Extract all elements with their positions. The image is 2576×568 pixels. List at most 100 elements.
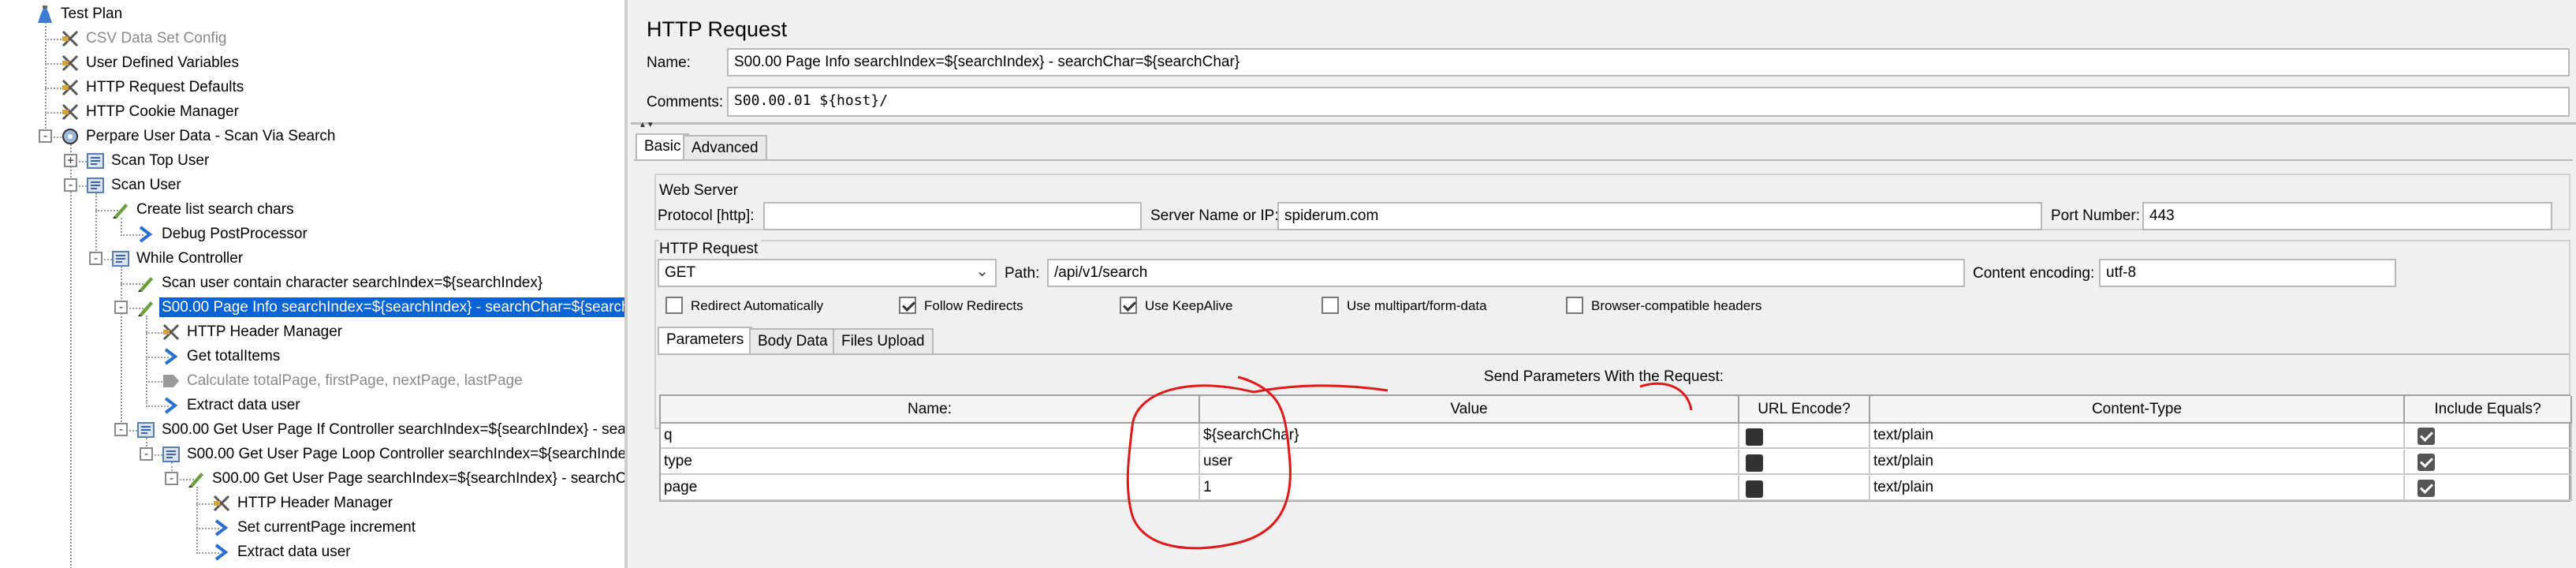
tree-node-label: Get totalItems bbox=[187, 348, 281, 364]
content-type-cell[interactable]: text/plain bbox=[1870, 476, 2405, 501]
config-scissors-icon bbox=[60, 28, 80, 49]
param-name-cell[interactable]: page bbox=[661, 476, 1200, 501]
tree-node[interactable]: HTTP Header Manager bbox=[0, 320, 624, 344]
url-encode-cell[interactable] bbox=[1739, 476, 1870, 501]
tab-advanced[interactable]: Advanced bbox=[683, 135, 767, 160]
tree-node-label: Calculate totalPage, firstPage, nextPage… bbox=[187, 372, 523, 389]
expand-toggle-icon[interactable]: + bbox=[64, 154, 77, 167]
tree-node[interactable]: - S00.00 Page Info searchIndex=${searchIn… bbox=[0, 295, 624, 320]
param-name-cell[interactable]: q bbox=[661, 424, 1200, 449]
option-checkbox[interactable] bbox=[1566, 297, 1583, 314]
protocol-field[interactable] bbox=[763, 202, 1142, 230]
method-select[interactable]: GET ⌄ bbox=[658, 259, 997, 287]
column-header[interactable]: URL Encode? bbox=[1739, 396, 1870, 424]
tree-node[interactable]: + Scan Top User bbox=[0, 148, 624, 173]
collapse-toggle-icon[interactable]: - bbox=[89, 252, 103, 265]
tree-node[interactable]: Get totalItems bbox=[0, 344, 624, 368]
path-field[interactable]: /api/v1/search bbox=[1047, 259, 1965, 287]
include-equals-cell[interactable] bbox=[2405, 450, 2572, 475]
tree-node[interactable]: Test Plan bbox=[0, 2, 624, 26]
tree-node[interactable]: Extract data user bbox=[0, 540, 624, 564]
splitter[interactable] bbox=[631, 122, 2576, 125]
tree-node[interactable]: Set currentPage increment bbox=[0, 515, 624, 540]
parameters-table[interactable]: Name: Value URL Encode? Content-Type Include… bbox=[659, 394, 2572, 502]
tree-node[interactable]: User Defined Variables bbox=[0, 50, 624, 75]
param-value-cell[interactable]: ${searchChar} bbox=[1200, 424, 1739, 449]
name-field[interactable]: S00.00 Page Info searchIndex=${searchInd… bbox=[727, 48, 2570, 77]
tree-node[interactable]: Create list search chars bbox=[0, 197, 624, 222]
collapse-toggle-icon[interactable]: - bbox=[114, 301, 128, 314]
url-encode-cell[interactable] bbox=[1739, 450, 1870, 475]
param-value-cell[interactable]: user bbox=[1200, 450, 1739, 475]
include-equals-cell[interactable] bbox=[2405, 424, 2572, 449]
tree-node[interactable]: - S00.00 Get User Page searchIndex=${sear… bbox=[0, 466, 624, 491]
content-type-cell[interactable]: text/plain bbox=[1870, 424, 2405, 449]
tree-node-label: Scan Top User bbox=[111, 152, 210, 169]
tree-node[interactable]: - While Controller bbox=[0, 246, 624, 271]
name-label: Name: bbox=[647, 54, 691, 71]
tree-node[interactable]: - Scan User bbox=[0, 173, 624, 197]
url-encode-checkbox[interactable] bbox=[1746, 428, 1763, 446]
tree-node-label: Extract data user bbox=[237, 544, 351, 560]
tree-node[interactable]: HTTP Request Defaults bbox=[0, 75, 624, 99]
column-header[interactable]: Name: bbox=[661, 396, 1200, 424]
column-header[interactable]: Value bbox=[1200, 396, 1739, 424]
option-checkbox[interactable] bbox=[1120, 297, 1137, 314]
param-name-cell[interactable]: type bbox=[661, 450, 1200, 475]
collapse-toggle-icon[interactable]: - bbox=[114, 423, 128, 436]
splitter-arrows-icon[interactable]: ▲▼ bbox=[639, 121, 654, 129]
tree-node-label: S00.00 Get User Page searchIndex=${searc… bbox=[212, 470, 627, 487]
tree-node[interactable]: HTTP Header Manager bbox=[0, 491, 624, 515]
tree-node[interactable]: Extract data user bbox=[0, 393, 624, 417]
column-header[interactable]: Include Equals? bbox=[2405, 396, 2572, 424]
method-value: GET bbox=[665, 264, 696, 281]
tree-node[interactable]: - Perpare User Data - Scan Via Search bbox=[0, 124, 624, 148]
port-field[interactable]: 443 bbox=[2142, 202, 2552, 230]
chevron-down-icon: ⌄ bbox=[975, 263, 989, 280]
collapse-toggle-icon[interactable]: - bbox=[165, 472, 178, 485]
include-equals-checkbox[interactable] bbox=[2418, 480, 2435, 497]
tab-body-data[interactable]: Body Data bbox=[749, 328, 837, 353]
sampler-pen-icon bbox=[110, 200, 131, 220]
tree-node[interactable]: Debug PostProcessor bbox=[0, 222, 624, 246]
tree-node[interactable]: HTTP Cookie Manager bbox=[0, 99, 624, 124]
tree-node[interactable]: Scan user contain character searchIndex=… bbox=[0, 271, 624, 295]
tree-node[interactable]: CSV Data Set Config bbox=[0, 26, 624, 50]
option-checkbox[interactable] bbox=[899, 297, 916, 314]
tree-node[interactable]: - S00.00 Get User Page Loop Controller se… bbox=[0, 442, 624, 466]
option-checkbox[interactable] bbox=[665, 297, 683, 314]
content-type-cell[interactable]: text/plain bbox=[1870, 450, 2405, 475]
comments-field[interactable]: S00.00.01 ${host}/ bbox=[727, 87, 2570, 117]
controller-icon bbox=[161, 444, 181, 465]
tab-basic[interactable]: Basic bbox=[636, 133, 690, 160]
http-request-title: HTTP Request bbox=[659, 240, 762, 259]
column-header[interactable]: Content-Type bbox=[1870, 396, 2405, 424]
params-title: Send Parameters With the Request: bbox=[1483, 368, 1724, 385]
collapse-toggle-icon[interactable]: - bbox=[64, 178, 77, 192]
collapse-toggle-icon[interactable]: - bbox=[140, 447, 153, 461]
controller-icon bbox=[110, 248, 131, 269]
param-value-cell[interactable]: 1 bbox=[1200, 476, 1739, 501]
tree-node[interactable]: - S00.00 Get User Page If Controller sear… bbox=[0, 417, 624, 442]
tree-node-label: While Controller bbox=[136, 250, 244, 267]
collapse-toggle-icon[interactable]: - bbox=[39, 129, 52, 143]
include-equals-checkbox[interactable] bbox=[2418, 454, 2435, 471]
tree-node[interactable] bbox=[0, 564, 624, 568]
path-label: Path: bbox=[1005, 265, 1040, 282]
tree-node[interactable]: Calculate totalPage, firstPage, nextPage… bbox=[0, 368, 624, 393]
url-encode-cell[interactable] bbox=[1739, 424, 1870, 449]
content-encoding-field[interactable]: utf-8 bbox=[2099, 259, 2396, 287]
content-encoding-label: Content encoding: bbox=[1973, 265, 2095, 282]
include-equals-cell[interactable] bbox=[2405, 476, 2572, 501]
server-name-field[interactable]: spiderum.com bbox=[1277, 202, 2042, 230]
tab-parameters[interactable]: Parameters bbox=[658, 327, 753, 353]
tab-files-upload[interactable]: Files Upload bbox=[833, 328, 934, 353]
subtab-divider bbox=[658, 353, 2569, 355]
include-equals-checkbox[interactable] bbox=[2418, 428, 2435, 445]
sampler-pen-icon bbox=[136, 297, 156, 318]
option-checkbox[interactable] bbox=[1322, 297, 1339, 314]
test-plan-tree[interactable]: Test Plan CSV Data Set Config User Defined… bbox=[0, 0, 628, 568]
url-encode-checkbox[interactable] bbox=[1746, 454, 1763, 472]
url-encode-checkbox[interactable] bbox=[1746, 480, 1763, 498]
tree-node-label: HTTP Header Manager bbox=[187, 323, 343, 340]
